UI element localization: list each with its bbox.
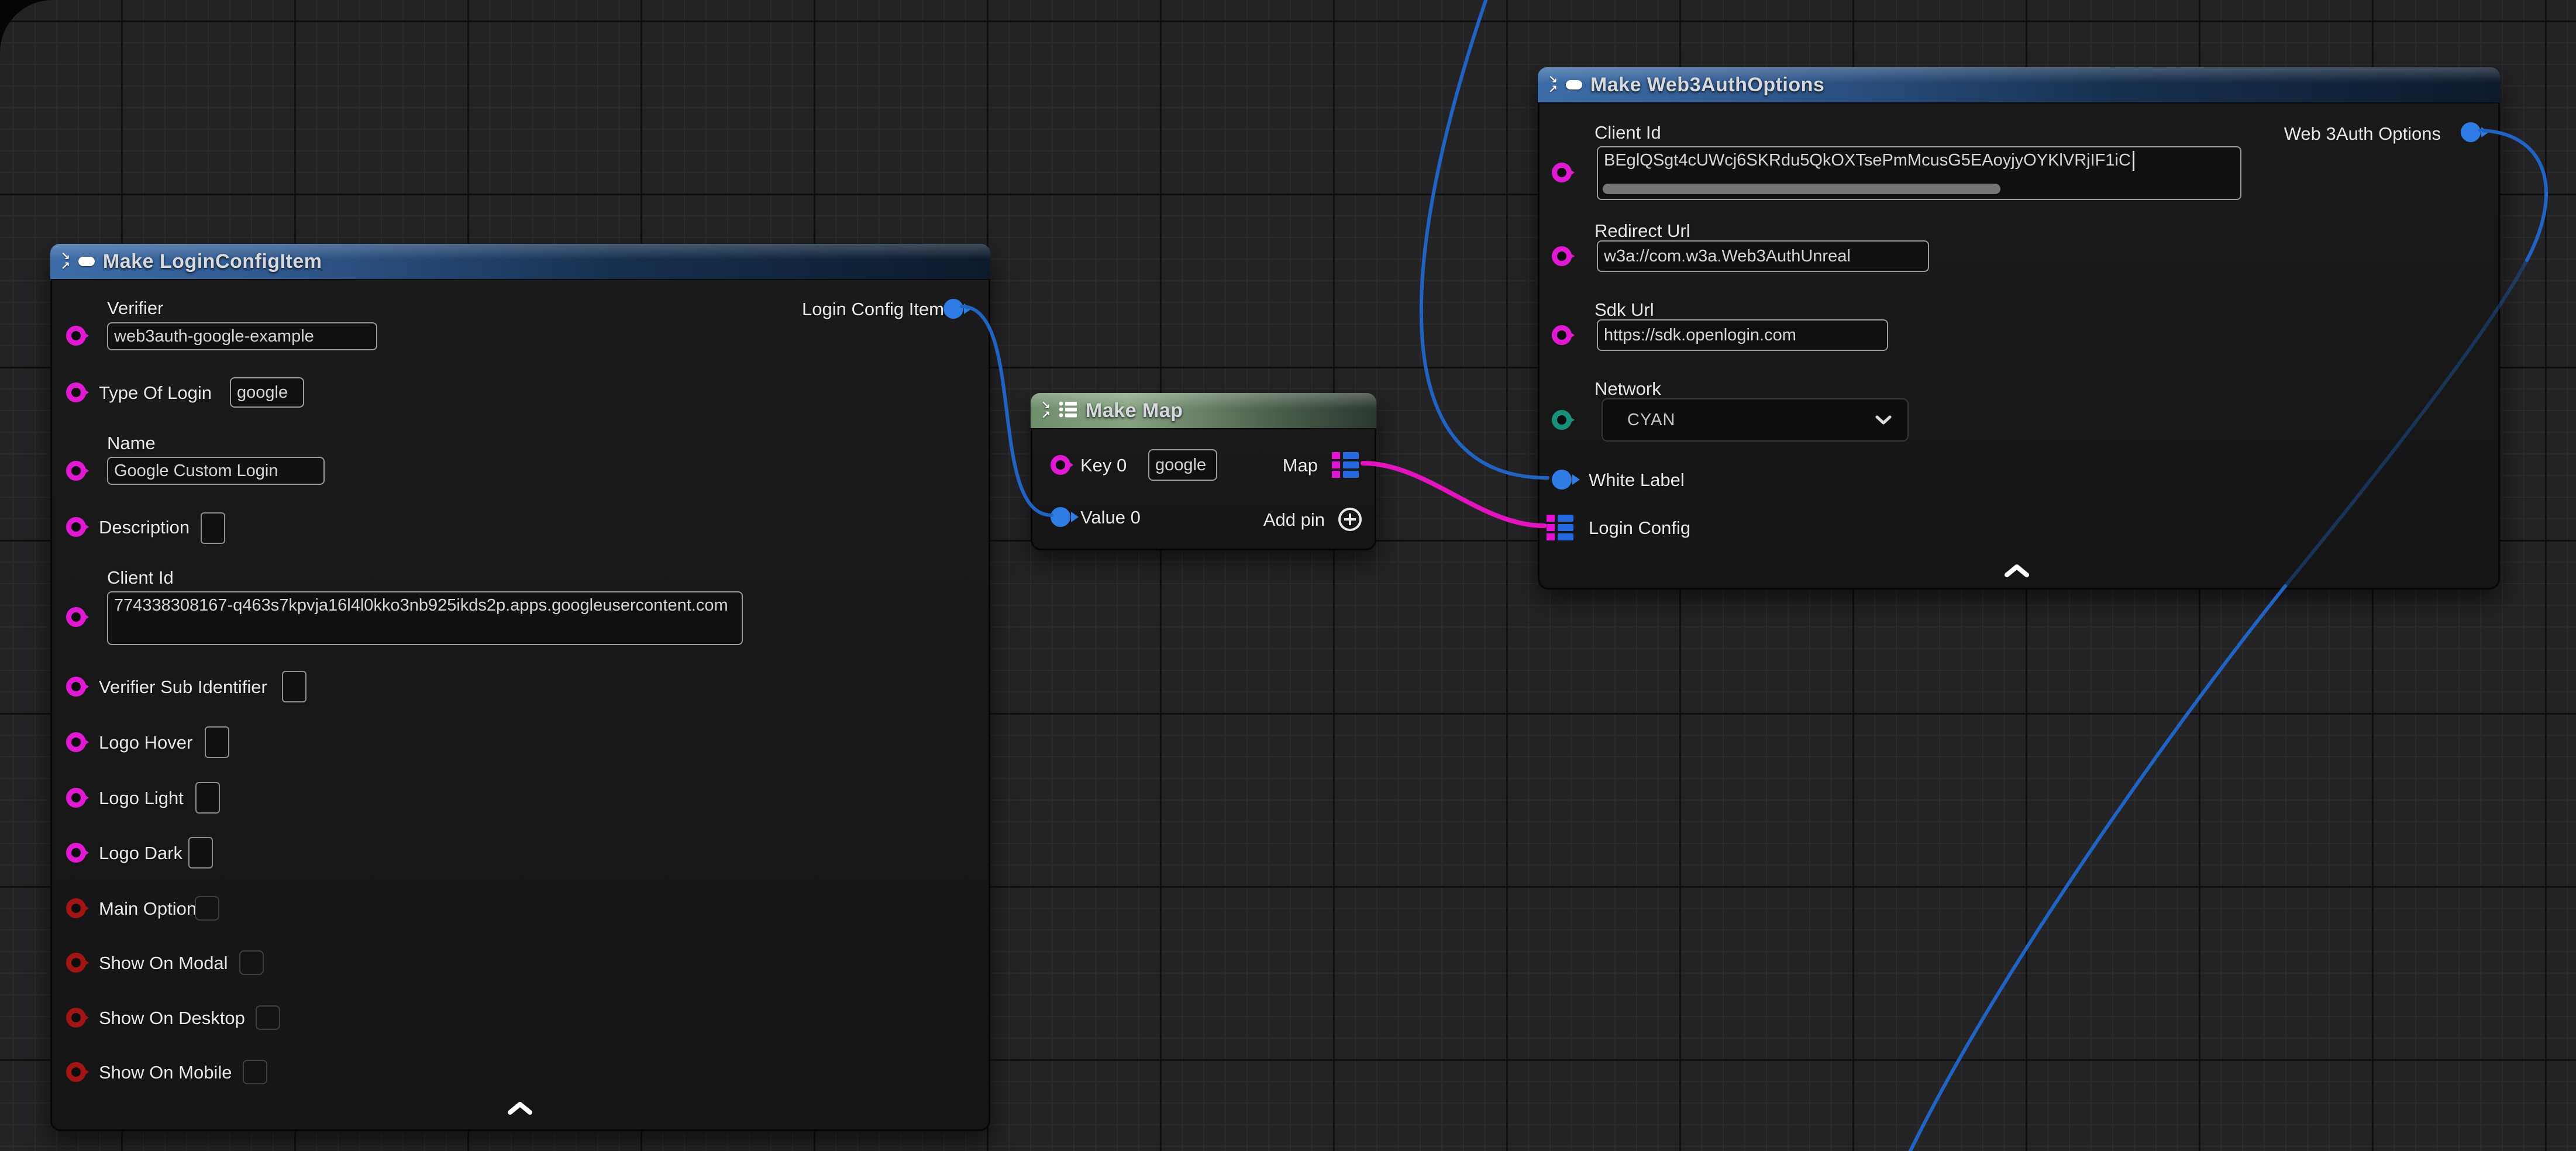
input-pin-redirect-url[interactable] xyxy=(1552,246,1572,266)
input-scrollbar[interactable] xyxy=(1603,184,2000,194)
collapse-arrows-icon: ↘↗ xyxy=(1548,75,1558,95)
pin-label-show-on-modal: Show On Modal xyxy=(99,952,228,974)
input-pin-type-of-login[interactable] xyxy=(66,382,86,402)
wire-web3authoptions-out-c[interactable] xyxy=(1909,586,2285,1151)
map-list-icon xyxy=(1059,401,1077,421)
output-pin-map[interactable] xyxy=(1332,452,1359,478)
input-pin-show-on-desktop[interactable] xyxy=(66,1008,86,1028)
key-0-input[interactable]: google xyxy=(1148,449,1217,481)
input-pin-show-on-mobile[interactable] xyxy=(66,1062,86,1082)
logo-light-input[interactable] xyxy=(195,782,220,814)
chevron-down-icon xyxy=(1875,411,1892,430)
input-pin-verifier-sub-identifier[interactable] xyxy=(66,677,86,697)
pin-label-network: Network xyxy=(1594,378,1661,399)
pin-label-verifier: Verifier xyxy=(107,297,163,319)
input-pin-login-config[interactable] xyxy=(1547,515,1573,540)
pin-label-main-option: Main Option xyxy=(99,898,197,919)
node-make-web3authoptions[interactable]: ↘↗ Make Web3AuthOptions Web 3Auth Option… xyxy=(1538,67,2500,590)
input-pin-sdk-url[interactable] xyxy=(1552,325,1572,345)
input-pin-logo-light[interactable] xyxy=(66,788,86,808)
client-id-input[interactable]: 774338308167-q463s7kpvja16l4l0kko3nb925i… xyxy=(107,591,743,645)
verifier-sub-identifier-input[interactable] xyxy=(282,671,306,702)
add-pin-button[interactable] xyxy=(1338,508,1362,531)
pin-label-map: Map xyxy=(1283,454,1318,476)
input-pin-main-option[interactable] xyxy=(66,898,86,918)
make-struct-icon xyxy=(78,257,95,266)
blueprint-canvas[interactable]: ↘↗ Make LoginConfigItem Login Config Ite… xyxy=(0,0,2576,1151)
input-pin-key-0[interactable] xyxy=(1051,455,1070,475)
pin-label-logo-hover: Logo Hover xyxy=(99,732,192,753)
type-of-login-input[interactable]: google xyxy=(230,377,304,408)
node-title: Make LoginConfigItem xyxy=(103,250,322,273)
pin-label-client-id: Client Id xyxy=(107,567,174,588)
pin-label-redirect-url: Redirect Url xyxy=(1594,220,1690,242)
pin-label-sdk-url: Sdk Url xyxy=(1594,299,1654,321)
name-input[interactable]: Google Custom Login xyxy=(107,457,325,485)
sdk-url-input[interactable]: https://sdk.openlogin.com xyxy=(1597,319,1888,351)
collapse-node-chevron-icon[interactable] xyxy=(2004,564,2030,578)
pin-label-logo-light: Logo Light xyxy=(99,787,184,809)
pin-label-login-config: Login Config xyxy=(1589,517,1690,539)
show-on-mobile-checkbox[interactable] xyxy=(243,1060,267,1084)
input-pin-white-label[interactable] xyxy=(1552,470,1572,490)
pin-label-key-0: Key 0 xyxy=(1080,454,1127,476)
client-id-input[interactable]: BEglQSgt4cUWcj6SKRdu5QkOXTsePmMcusG5EAoy… xyxy=(1597,146,2241,200)
pin-label-show-on-desktop: Show On Desktop xyxy=(99,1007,245,1029)
client-id-text: BEglQSgt4cUWcj6SKRdu5QkOXTsePmMcusG5EAoy… xyxy=(1604,151,2131,170)
node-title: Make Web3AuthOptions xyxy=(1590,74,1824,97)
pin-label-show-on-mobile: Show On Mobile xyxy=(99,1062,232,1083)
node-make-map[interactable]: ↘↗ Make Map Key 0 google Map Value 0 Add… xyxy=(1031,393,1376,550)
show-on-modal-checkbox[interactable] xyxy=(239,950,264,975)
make-struct-icon xyxy=(1566,80,1582,89)
node-header-make-loginconfigitem[interactable]: ↘↗ Make LoginConfigItem xyxy=(50,244,990,280)
input-pin-show-on-modal[interactable] xyxy=(66,953,86,973)
output-pin-login-config-item[interactable] xyxy=(943,299,963,319)
wire-offscreen-to-white-label[interactable] xyxy=(1421,0,1548,478)
description-input[interactable] xyxy=(201,512,225,544)
output-pin-label: Web 3Auth Options xyxy=(2284,123,2441,144)
pin-label-description: Description xyxy=(99,516,190,538)
pin-label-white-label: White Label xyxy=(1589,469,1685,491)
logo-hover-input[interactable] xyxy=(205,726,229,758)
input-pin-name[interactable] xyxy=(66,461,86,481)
input-pin-verifier[interactable] xyxy=(66,326,86,346)
wire-map-to-login-config[interactable] xyxy=(1363,463,1544,526)
logo-dark-input[interactable] xyxy=(188,837,213,869)
output-pin-label: Login Config Item xyxy=(802,298,944,320)
network-selected-value: CYAN xyxy=(1627,411,1675,430)
input-pin-value-0[interactable] xyxy=(1051,507,1070,527)
pin-label-type-of-login: Type Of Login xyxy=(99,382,212,404)
node-make-loginconfigitem[interactable]: ↘↗ Make LoginConfigItem Login Config Ite… xyxy=(50,244,990,1131)
input-pin-logo-hover[interactable] xyxy=(66,732,86,752)
input-pin-client-id[interactable] xyxy=(1552,163,1572,182)
verifier-input[interactable]: web3auth-google-example xyxy=(107,322,377,350)
show-on-desktop-checkbox[interactable] xyxy=(256,1005,280,1030)
main-option-checkbox[interactable] xyxy=(195,896,219,921)
pin-label-verifier-sub-identifier: Verifier Sub Identifier xyxy=(99,676,267,698)
pin-label-name: Name xyxy=(107,432,156,454)
pin-label-value-0: Value 0 xyxy=(1080,506,1141,528)
add-pin-label: Add pin xyxy=(1263,509,1325,530)
input-pin-description[interactable] xyxy=(66,517,86,537)
redirect-url-input[interactable]: w3a://com.w3a.Web3AuthUnreal xyxy=(1597,240,1929,272)
collapse-node-chevron-icon[interactable] xyxy=(507,1101,533,1115)
output-pin-web3auth-options[interactable] xyxy=(2461,122,2481,142)
node-header-make-map[interactable]: ↘↗ Make Map xyxy=(1031,393,1376,429)
input-pin-client-id[interactable] xyxy=(66,607,86,627)
input-pin-network[interactable] xyxy=(1552,410,1572,430)
text-cursor xyxy=(2133,151,2134,171)
pin-label-logo-dark: Logo Dark xyxy=(99,842,182,864)
collapse-arrows-icon: ↘↗ xyxy=(1041,401,1051,421)
input-pin-logo-dark[interactable] xyxy=(66,843,86,863)
node-header-make-web3authoptions[interactable]: ↘↗ Make Web3AuthOptions xyxy=(1538,67,2500,104)
node-title: Make Map xyxy=(1086,399,1183,422)
network-dropdown[interactable]: CYAN xyxy=(1602,398,1909,442)
pin-label-client-id: Client Id xyxy=(1594,122,1661,143)
collapse-arrows-icon: ↘↗ xyxy=(61,251,70,271)
